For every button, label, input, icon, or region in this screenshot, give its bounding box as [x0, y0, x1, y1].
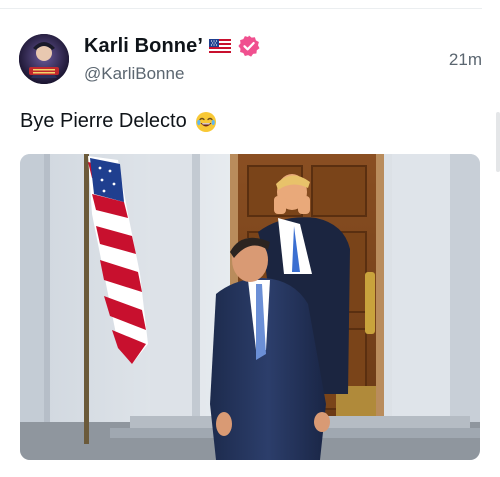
tweet-photo[interactable] [20, 154, 480, 460]
scrollbar[interactable] [496, 112, 500, 172]
joy-emoji-icon [195, 111, 217, 133]
author-name-row: Karli Bonne’ [84, 34, 261, 58]
avatar[interactable] [19, 34, 69, 84]
tweet-text-row: Bye Pierre Delecto [20, 110, 217, 133]
top-divider [0, 8, 482, 9]
verified-badge-icon [237, 34, 261, 58]
timestamp[interactable]: 21m [449, 50, 482, 70]
author-handle[interactable]: @KarliBonne [84, 64, 184, 84]
display-name[interactable]: Karli Bonne’ [84, 35, 203, 58]
tweet-text: Bye Pierre Delecto [20, 110, 187, 132]
us-flag-icon [209, 39, 231, 53]
